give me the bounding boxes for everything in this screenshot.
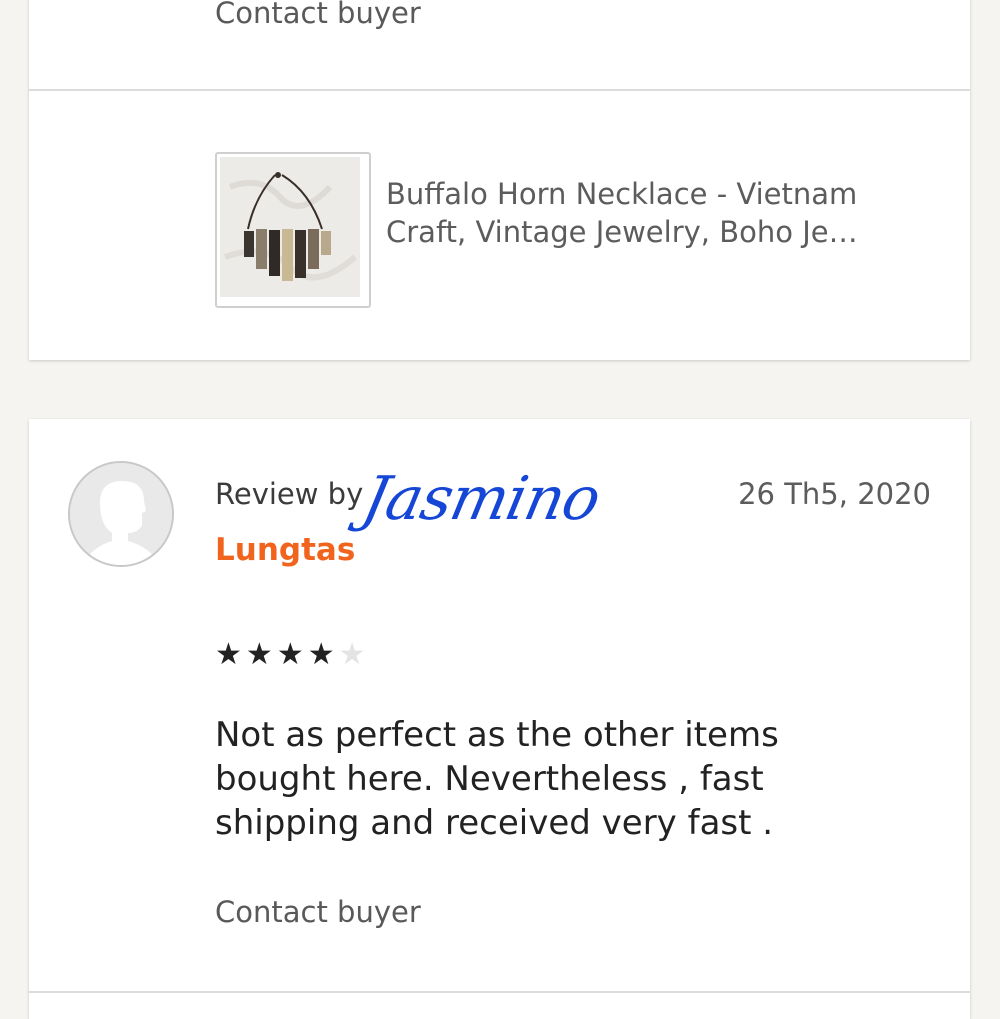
item-thumbnail[interactable] — [215, 152, 371, 308]
star-empty-icon: ★ — [338, 637, 370, 672]
review-by-label: Review by — [215, 477, 364, 511]
reviewer-name-link[interactable]: Lungtas — [215, 532, 355, 568]
star-filled-icon: ★ — [276, 637, 308, 672]
contact-buyer-link[interactable]: Contact buyer — [215, 895, 421, 929]
star-rating: ★★★★★ — [215, 637, 370, 672]
item-title-line: Buffalo Horn Necklace - Vietnam — [386, 177, 858, 211]
signature-overlay: Jasmino — [356, 464, 606, 534]
item-title-link[interactable]: Buffalo Horn Necklace - Vietnam Craft, V… — [386, 175, 931, 251]
star-filled-icon: ★ — [245, 637, 277, 672]
star-filled-icon: ★ — [307, 637, 339, 672]
avatar[interactable] — [68, 461, 174, 567]
review-text: Not as perfect as the other items bought… — [215, 715, 779, 843]
card-divider — [29, 991, 970, 993]
review-date: 26 Th5, 2020 — [738, 477, 931, 511]
contact-buyer-link[interactable]: Contact buyer — [215, 0, 421, 30]
card-divider — [29, 89, 970, 91]
necklace-photo — [220, 157, 360, 297]
order-card: Contact buyer Buffalo Horn Necklace - Vi… — [29, 0, 970, 360]
star-filled-icon: ★ — [215, 637, 246, 672]
item-title-line: Craft, Vintage Jewelry, Boho Je… — [386, 215, 858, 249]
review-card: Review by Lungtas Jasmino 26 Th5, 2020 ★… — [29, 419, 970, 1019]
default-user-avatar-icon — [70, 463, 172, 565]
